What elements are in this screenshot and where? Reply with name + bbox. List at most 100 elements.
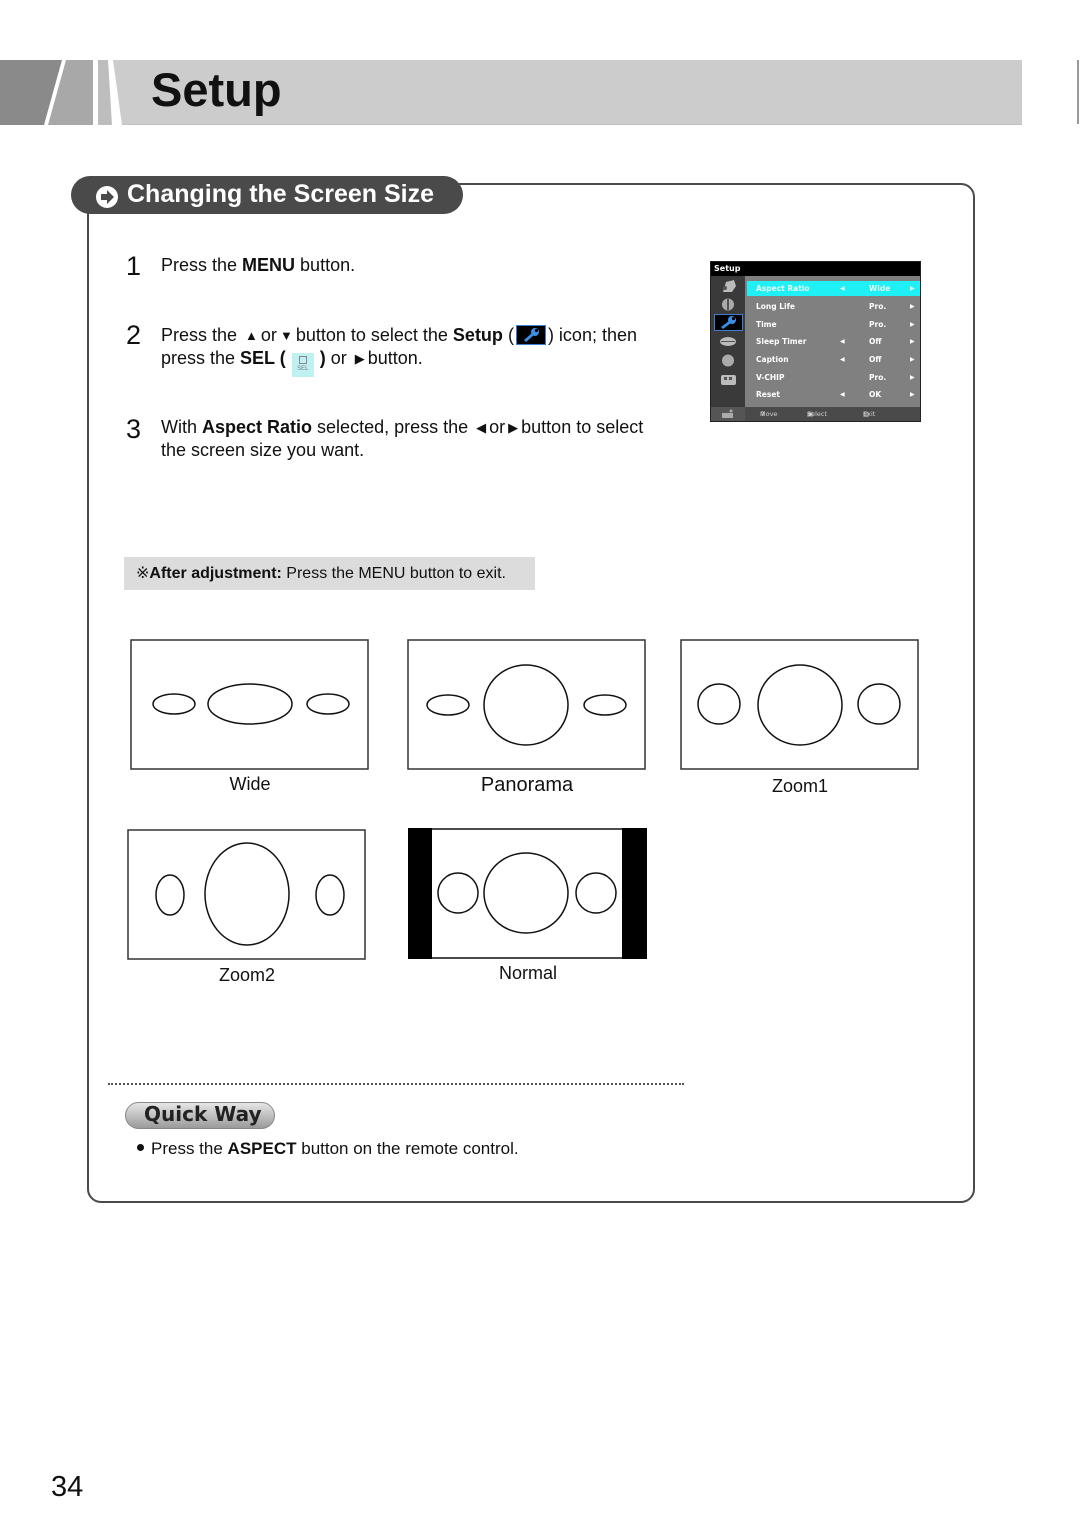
picture-icon[interactable]	[714, 278, 743, 295]
left-arrow-icon: ◀	[840, 356, 845, 363]
step-3-line-1: With Aspect Ratio selected, press the ◀ o…	[161, 416, 701, 439]
osd-row-label: V-CHIP	[756, 373, 785, 382]
text: Press the	[151, 1139, 228, 1158]
text: selected, press the	[312, 417, 474, 437]
osd-row-reset[interactable]: Reset ◀ OK ▶	[747, 387, 920, 402]
left-triangle-icon: ◀	[476, 420, 487, 435]
section-title: Changing the Screen Size	[127, 180, 435, 208]
right-arrow-icon: ▶	[910, 338, 915, 345]
osd-row-label: Aspect Ratio	[756, 284, 810, 293]
osd-sidebar	[711, 276, 745, 407]
text: button.	[367, 348, 423, 368]
wide-label: Wide	[229, 774, 271, 794]
step-1-text: Press the MENU button.	[161, 254, 355, 277]
text: button.	[295, 255, 356, 275]
sel-button-icon: SEL	[291, 353, 314, 377]
note-bold: After adjustment:	[149, 565, 282, 582]
setup-keyword: Setup	[452, 325, 503, 345]
osd-row-value: Off	[869, 355, 882, 364]
right-arrow-icon: ▶	[910, 391, 915, 398]
move-label: Move	[760, 410, 778, 418]
osd-row-value: Pro.	[869, 320, 887, 329]
osd-options: Aspect Ratio ◀ Wide ▶ Long Life Pro. ▶ T…	[745, 276, 920, 407]
sound-icon[interactable]	[714, 296, 743, 313]
step-3-text: With Aspect Ratio selected, press the ◀ o…	[161, 416, 701, 462]
osd-row-value: Wide	[869, 284, 891, 293]
right-triangle-icon: ▶	[508, 420, 519, 435]
text: button to select the	[295, 325, 453, 345]
text: (	[502, 325, 514, 345]
bullet-icon	[137, 1144, 144, 1151]
note-text: Press the MENU button to exit.	[281, 565, 506, 582]
aspect-keyword: ASPECT	[227, 1139, 297, 1158]
text: or	[325, 348, 352, 368]
normal-diagram	[408, 828, 647, 959]
osd-setup-menu: Setup Aspect Ratio ◀ Wide ▶ Long Life Pr…	[710, 261, 921, 422]
arrow-circle-right-icon	[96, 186, 118, 208]
step-2-text: Press the ▲ or ▼ button to select the Setup…	[161, 324, 701, 377]
left-arrow-icon: ◀	[840, 285, 845, 292]
text: button to select	[521, 417, 644, 437]
extra-icon	[722, 409, 733, 418]
zoom2-label: Zoom2	[218, 965, 276, 985]
text: Press the	[161, 325, 243, 345]
setup-wrench-icon	[515, 325, 546, 345]
osd-row-long-life[interactable]: Long Life Pro. ▶	[747, 299, 920, 314]
left-arrow-icon: ◀	[840, 338, 845, 345]
osd-row-label: Time	[756, 320, 777, 329]
panorama-label: Panorama	[480, 774, 574, 796]
osd-row-label: Long Life	[756, 302, 795, 311]
page-number: 34	[51, 1471, 84, 1503]
setup-wrench-icon[interactable]	[714, 314, 743, 331]
after-adjustment-note: ※After adjustment: Press the MENU button…	[124, 557, 535, 590]
osd-row-label: Sleep Timer	[756, 337, 807, 346]
down-triangle-icon: ▼	[279, 328, 293, 343]
up-triangle-icon: ▲	[245, 328, 258, 343]
right-arrow-icon: ▶	[910, 356, 915, 363]
step-2-line-1: Press the ▲ or ▼ button to select the Setup…	[161, 324, 701, 347]
lips-icon[interactable]	[714, 333, 743, 350]
sel-icon-label: SEL	[297, 366, 309, 372]
exit-label: Exit	[863, 410, 876, 418]
right-arrow-icon: ▶	[910, 374, 915, 381]
left-arrow-icon: ◀	[840, 391, 845, 398]
text: With	[161, 417, 203, 437]
right-arrow-icon: ▶	[910, 285, 915, 292]
osd-row-label: Reset	[756, 390, 780, 399]
wide-diagram	[130, 639, 369, 770]
reference-mark-icon: ※	[136, 565, 150, 582]
text: or	[489, 417, 506, 437]
normal-label: Normal	[498, 963, 557, 983]
text: ) icon; then	[547, 325, 637, 345]
osd-row-value: OK	[869, 390, 882, 399]
osd-row-value: Pro.	[869, 302, 887, 311]
zoom2-diagram	[127, 829, 366, 960]
osd-row-aspect-ratio[interactable]: Aspect Ratio ◀ Wide ▶	[747, 281, 920, 296]
input-icon[interactable]	[714, 371, 743, 388]
panorama-diagram	[407, 639, 646, 770]
right-triangle-icon: ▶	[354, 351, 365, 366]
step-3-line-2: the screen size you want.	[161, 440, 365, 460]
osd-row-sleep-timer[interactable]: Sleep Timer ◀ Off ▶	[747, 334, 920, 349]
text: or	[260, 325, 277, 345]
sel-keyword: SEL (	[240, 348, 286, 368]
step-2-number: 2	[126, 320, 142, 350]
select-label: Select	[807, 410, 828, 418]
osd-footer-hints: ⇕ Move ▣ Select ▥ Exit	[745, 407, 920, 421]
aspect-ratio-keyword: Aspect Ratio	[202, 417, 313, 437]
right-arrow-icon: ▶	[910, 321, 915, 328]
step-2-line-2: press the SEL (SEL) or ▶ button.	[161, 347, 701, 377]
zoom1-label: Zoom1	[771, 776, 829, 796]
quick-way-title: Quick Way	[144, 1102, 262, 1126]
osd-row-time[interactable]: Time Pro. ▶	[747, 317, 920, 332]
osd-title: Setup	[711, 262, 920, 276]
menu-keyword: MENU	[242, 255, 296, 275]
text: button on the remote control.	[296, 1139, 519, 1158]
zoom1-diagram	[680, 639, 919, 770]
osd-row-caption[interactable]: Caption ◀ Off ▶	[747, 352, 920, 367]
text: press the	[161, 348, 241, 368]
osd-row-v-chip[interactable]: V-CHIP Pro. ▶	[747, 370, 920, 385]
dotted-divider	[108, 1083, 684, 1085]
ball-icon[interactable]	[714, 352, 743, 369]
step-3-number: 3	[126, 414, 142, 444]
